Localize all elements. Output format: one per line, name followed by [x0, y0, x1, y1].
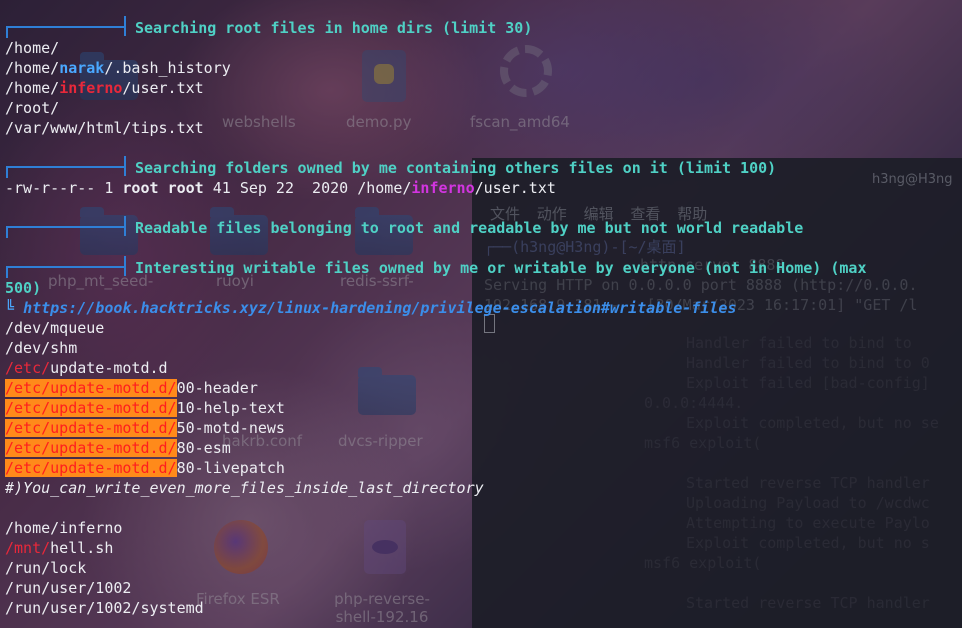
section-title-cont: 500) [5, 279, 42, 297]
output-line: /dev/shm [5, 339, 78, 357]
highlighted-writable-file: /etc/update-motd.d/10-help-text [5, 399, 285, 417]
highlighted-writable-file: /etc/update-motd.d/50-motd-news [5, 419, 285, 437]
file-listing-line: -rw-r--r-- 1 root root 41 Sep 22 2020 /h… [5, 179, 556, 197]
output-line: /home/inferno [5, 519, 123, 537]
output-line: /run/user/1002/systemd [5, 599, 204, 617]
highlighted-writable-file: /etc/update-motd.d/00-header [5, 379, 258, 397]
output-line: /mnt/hell.sh [5, 539, 114, 557]
output-line: /var/www/html/tips.txt [5, 119, 204, 137]
highlighted-writable-file: /etc/update-motd.d/80-livepatch [5, 459, 285, 477]
highlighted-writable-file: /etc/update-motd.d/80-esm [5, 439, 231, 457]
section-title: Searching folders owned by me containing… [135, 159, 777, 177]
reference-link[interactable]: https://book.hacktricks.xyz/linux-harden… [23, 299, 736, 317]
output-line: /home/narak/.bash_history [5, 59, 231, 77]
output-line: /root/ [5, 99, 60, 117]
section-rule [6, 16, 128, 38]
reference-link-line[interactable]: ╚ https://book.hacktricks.xyz/linux-hard… [5, 298, 737, 318]
note-line: #)You_can_write_even_more_files_inside_l… [5, 479, 484, 497]
output-line: /home/ [5, 39, 60, 57]
section-rule [6, 156, 128, 178]
output-line: /run/lock [5, 559, 87, 577]
output-line: /dev/mqueue [5, 319, 105, 337]
username: inferno [59, 79, 123, 97]
username: narak [59, 59, 105, 77]
section-rule [6, 256, 128, 278]
section-title: Readable files belonging to root and rea… [135, 219, 804, 237]
section-title: Searching root files in home dirs (limit… [135, 19, 533, 37]
output-line: /etc/update-motd.d [5, 359, 168, 377]
foreground-terminal[interactable]: Searching root files in home dirs (limit… [0, 0, 962, 628]
section-title: Interesting writable files owned by me o… [135, 259, 867, 277]
username: inferno [411, 179, 475, 197]
section-rule [6, 216, 128, 238]
output-line: /run/user/1002 [5, 579, 132, 597]
output-line: /home/inferno/user.txt [5, 79, 204, 97]
